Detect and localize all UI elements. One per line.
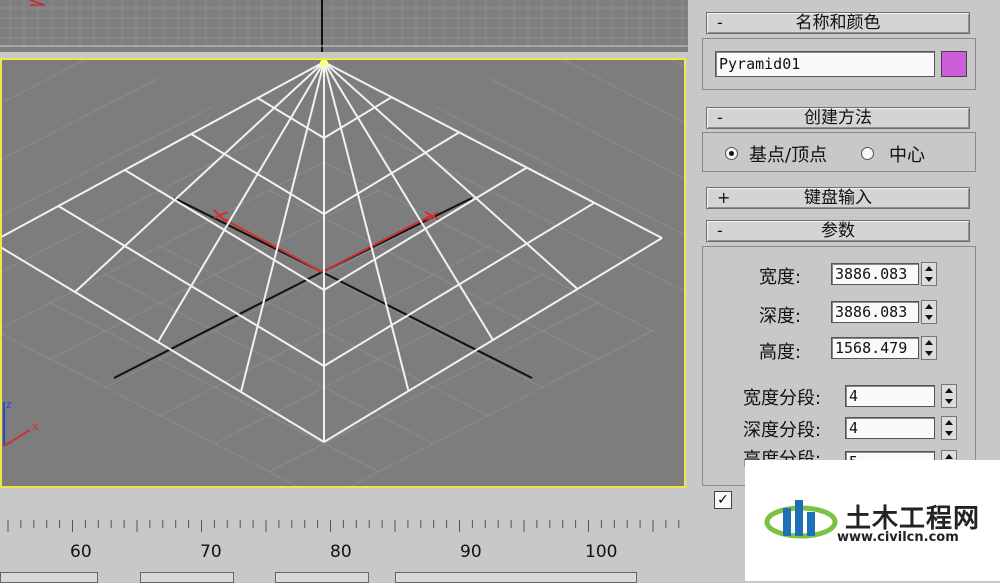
site-watermark: 土木工程网 www.civilcn.com xyxy=(745,460,1000,581)
frame-label-80: 80 xyxy=(330,542,352,562)
rollout-keyboard-entry[interactable]: + 键盘输入 xyxy=(706,187,970,209)
frame-label-60: 60 xyxy=(70,542,92,562)
width-input[interactable]: 3886.083 xyxy=(831,263,919,285)
rollout-title: 名称和颜色 xyxy=(795,13,881,33)
width-segs-label: 宽度分段: xyxy=(743,388,822,409)
parameters-group: 宽度: 3886.083 深度: 3886.083 高度: 1568.479 宽… xyxy=(702,246,976,486)
bottom-field-2[interactable] xyxy=(140,572,234,583)
frame-label-90: 90 xyxy=(460,542,482,562)
height-spinner[interactable] xyxy=(921,336,937,360)
rollout-name-color[interactable]: - 名称和颜色 xyxy=(706,12,970,34)
object-name-input[interactable]: Pyramid01 xyxy=(715,51,935,77)
rollout-title: 创建方法 xyxy=(804,108,872,128)
radio-label-base-apex: 基点/顶点 xyxy=(749,145,828,166)
rollout-title: 键盘输入 xyxy=(804,188,872,208)
watermark-url: www.civilcn.com xyxy=(837,530,959,545)
width-label: 宽度: xyxy=(759,267,802,288)
radio-base-apex[interactable] xyxy=(725,147,738,160)
radio-center[interactable] xyxy=(861,147,874,160)
top-viewport[interactable] xyxy=(0,0,688,52)
depth-segs-input[interactable]: 4 xyxy=(845,417,935,439)
axis-label-z: z xyxy=(6,398,12,411)
radio-label-center: 中心 xyxy=(889,145,925,166)
rollout-parameters[interactable]: - 参数 xyxy=(706,220,970,242)
bottom-field-4[interactable] xyxy=(395,572,637,583)
bottom-field-1[interactable] xyxy=(0,572,98,583)
name-color-group: Pyramid01 xyxy=(702,38,976,90)
width-segs-spinner[interactable] xyxy=(941,384,957,408)
checkbox-generate-mapping[interactable]: ✓ xyxy=(714,491,732,509)
frame-label-70: 70 xyxy=(200,542,222,562)
depth-segs-label: 深度分段: xyxy=(743,420,822,441)
depth-label: 深度: xyxy=(759,306,802,327)
width-spinner[interactable] xyxy=(921,262,937,286)
creation-method-group: 基点/顶点 中心 xyxy=(702,132,976,172)
height-input[interactable]: 1568.479 xyxy=(831,337,919,359)
frame-label-100: 100 xyxy=(585,542,618,562)
top-viewport-grid xyxy=(0,0,688,52)
civilcn-logo-icon xyxy=(764,500,838,539)
object-color-swatch[interactable] xyxy=(941,51,967,77)
axis-label-x: x xyxy=(32,420,39,433)
rollout-creation-method[interactable]: - 创建方法 xyxy=(706,107,970,129)
track-bar-ticks xyxy=(7,520,706,534)
track-bar[interactable]: 60 70 80 90 100 xyxy=(0,492,706,583)
bottom-field-3[interactable] xyxy=(275,572,369,583)
rollout-title: 参数 xyxy=(821,221,855,241)
perspective-viewport[interactable]: z x xyxy=(0,58,686,488)
pyramid-wireframe: z x xyxy=(2,60,684,486)
depth-spinner[interactable] xyxy=(921,300,937,324)
width-segs-input[interactable]: 4 xyxy=(845,385,935,407)
depth-input[interactable]: 3886.083 xyxy=(831,301,919,323)
height-label: 高度: xyxy=(759,342,802,363)
depth-segs-spinner[interactable] xyxy=(941,416,957,440)
